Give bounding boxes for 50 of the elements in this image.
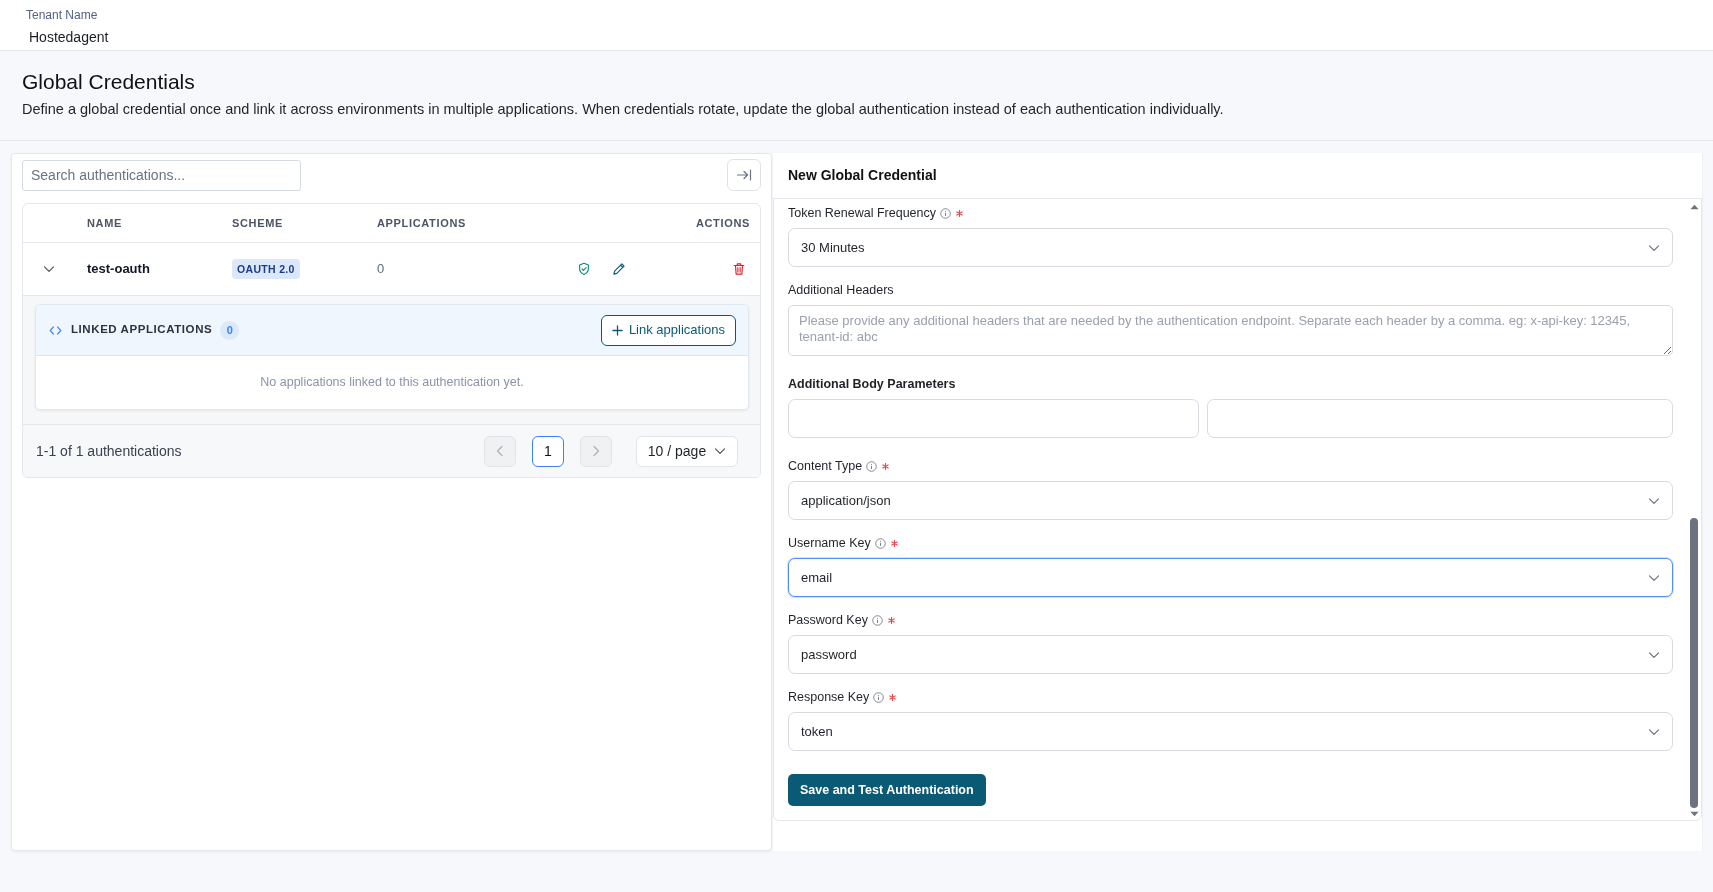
field-label: Username Key [788,534,871,552]
select-field[interactable]: application/json [788,481,1673,520]
collapse-button[interactable] [727,159,761,191]
section-title: LINKED APPLICATIONS [71,322,213,338]
field-label: Response Key [788,688,870,706]
empty-message: No applications linked to this authentication yet. [260,374,524,392]
page-description: Define a global credential once and link it across environments in multiple applications. When credentials rotate, update the global authentication instead of each authentication individually. [22,100,1225,119]
scheme-badge: OAUTH 2.0 [232,259,300,279]
pagination-summary: 1-1 of 1 authentications [36,441,182,461]
select-field[interactable]: token [788,712,1673,751]
link-applications-button[interactable]: Link applications [600,314,736,346]
column-header: SCHEME [232,215,284,231]
arrow-to-line-icon [736,167,752,183]
select-field[interactable]: password [788,635,1673,674]
tenant-label: Tenant Name [26,7,98,23]
shield-check-icon[interactable] [577,262,591,276]
page-button[interactable]: 1 [532,435,564,467]
trash-icon[interactable] [732,262,746,276]
scrollbar-thumb[interactable] [1690,518,1698,808]
chevron-left-icon [494,445,506,457]
field-label: Additional Headers [788,281,894,299]
scroll-up-icon[interactable] [1689,204,1699,210]
input-field[interactable] [1207,399,1673,438]
tenant-name: Hostedagent [29,27,109,46]
code-icon [49,323,62,337]
input-field[interactable] [788,399,1200,438]
column-header: ACTIONS [695,215,750,231]
field-label: Token Renewal Frequency [788,204,936,222]
scroll-down-icon[interactable] [1689,811,1699,817]
chevron-right-icon [590,445,602,457]
search-field[interactable]: Search authentications... [22,159,301,191]
page-title: Global Credentials [22,69,196,95]
page-size-select[interactable]: 10 / page [636,435,738,467]
column-header: NAME [87,215,123,231]
textarea-field[interactable]: Please provide any additional headers that are needed by the authentication endpoint. Separate each header by a comma. eg: x-api-key: 12345, tenant-id: abc [788,305,1673,356]
pencil-icon[interactable] [612,262,626,276]
select-field[interactable]: email [788,558,1673,597]
plus-icon [611,324,623,336]
count-badge: 0 [220,320,240,340]
chevron-down-icon[interactable] [43,263,55,275]
select-field[interactable]: 30 Minutes [788,228,1673,267]
field-label: Content Type [788,457,863,475]
chevron-down-icon [714,445,727,457]
form-title: New Global Credential [788,166,937,185]
table-cell-text: 0 [377,260,385,279]
save-test-button[interactable]: Save and Test Authentication [788,774,986,806]
field-label: Password Key [788,611,868,629]
field-label: Additional Body Parameters [788,375,956,393]
table-cell-text: test-oauth [87,260,150,279]
column-header: APPLICATIONS [377,215,466,231]
